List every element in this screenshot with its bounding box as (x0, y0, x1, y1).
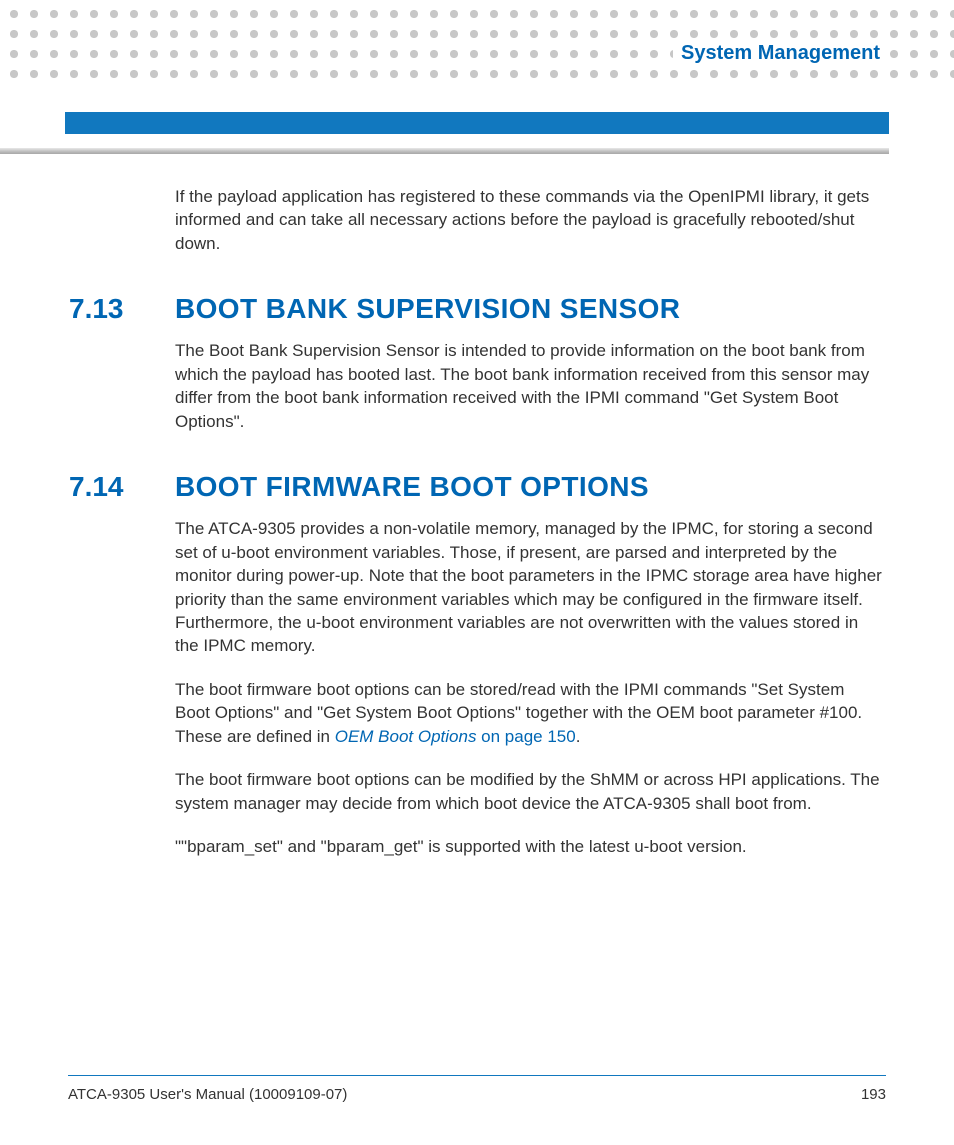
section-title: BOOT BANK SUPERVISION SENSOR (175, 293, 884, 325)
page-footer: ATCA-9305 User's Manual (10009109-07) 19… (68, 1075, 886, 1103)
text-run: . (576, 727, 581, 746)
cross-reference-page[interactable]: on page 150 (476, 727, 575, 746)
intro-paragraph: If the payload application has registere… (175, 185, 884, 255)
section-number: 7.14 (69, 471, 124, 503)
section-paragraph: The Boot Bank Supervision Sensor is inte… (175, 339, 884, 433)
section-paragraph: ""bparam_set" and "bparam_get" is suppor… (175, 835, 884, 858)
section-title: BOOT FIRMWARE BOOT OPTIONS (175, 471, 884, 503)
section-7-13: 7.13 BOOT BANK SUPERVISION SENSOR The Bo… (175, 293, 884, 433)
section-paragraph: The boot firmware boot options can be st… (175, 678, 884, 748)
section-paragraph: The ATCA-9305 provides a non-volatile me… (175, 517, 884, 658)
header-gray-line (0, 148, 889, 154)
chapter-title: System Management (673, 42, 882, 65)
footer-page-number: 193 (861, 1086, 886, 1103)
section-number: 7.13 (69, 293, 124, 325)
section-paragraph: The boot firmware boot options can be mo… (175, 768, 884, 815)
section-7-14: 7.14 BOOT FIRMWARE BOOT OPTIONS The ATCA… (175, 471, 884, 858)
header-blue-bar (65, 112, 889, 134)
page-content: If the payload application has registere… (175, 185, 884, 879)
footer-doc-title: ATCA-9305 User's Manual (10009109-07) (68, 1086, 347, 1103)
cross-reference-link[interactable]: OEM Boot Options (335, 727, 477, 746)
